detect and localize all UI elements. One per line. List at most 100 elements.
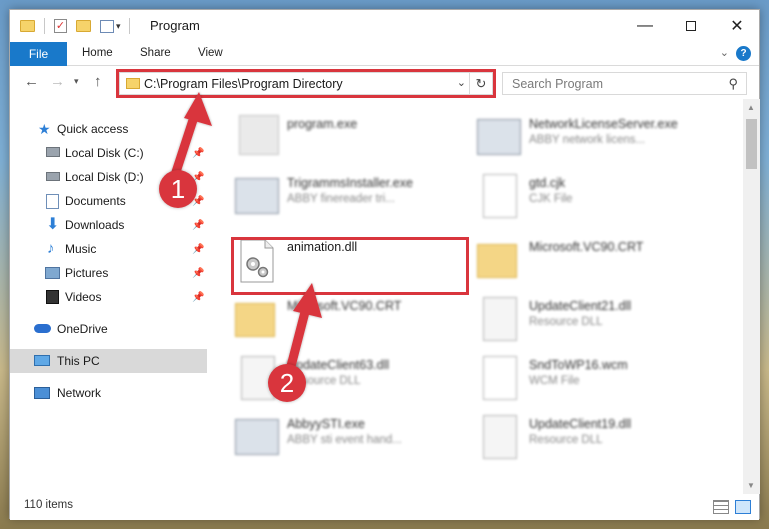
sidebar-item-label: Music — [65, 242, 97, 256]
new-folder-icon[interactable] — [76, 20, 91, 32]
list-item[interactable]: program.exe — [235, 113, 475, 169]
expand-ribbon-icon[interactable]: ⌄ — [720, 46, 729, 59]
pin-icon[interactable]: 📌 — [192, 244, 204, 255]
sidebar-item-pictures[interactable]: Pictures 📌 — [10, 261, 207, 285]
folder-icon — [235, 303, 275, 337]
scroll-up-icon[interactable]: ▲ — [747, 103, 755, 112]
file-name: NetworkLicenseServer.exe — [529, 117, 678, 131]
sidebar-item-onedrive[interactable]: OneDrive — [10, 317, 207, 341]
window-title: Program — [150, 18, 200, 33]
folder-icon — [477, 244, 517, 278]
list-item[interactable]: gtd.cjk CJK File — [477, 172, 717, 228]
help-icon[interactable]: ? — [736, 46, 751, 61]
folder-icon[interactable] — [20, 20, 35, 32]
sidebar-item-downloads[interactable]: ⬇ Downloads 📌 — [10, 213, 207, 237]
maximize-icon — [686, 21, 696, 31]
sidebar-item-network[interactable]: Network — [10, 381, 207, 405]
ribbon-tabs: File Home Share View ⌄ ? — [10, 42, 759, 66]
file-list: program.exe NetworkLicenseServer.exe ABB… — [207, 99, 743, 494]
tab-home[interactable]: Home — [82, 47, 113, 59]
monitor-icon — [34, 355, 50, 366]
file-type: ABBY sti event hand... — [287, 434, 402, 446]
pin-icon[interactable]: 📌 — [192, 268, 204, 279]
navigation-bar: ← → ▾ ↑ C:\Program Files\Program Directo… — [10, 67, 759, 99]
back-button[interactable]: ← — [24, 73, 39, 90]
file-type: ABBY network licens... — [529, 134, 646, 146]
vertical-scrollbar[interactable]: ▲ ▼ — [743, 99, 760, 494]
tab-view[interactable]: View — [198, 47, 223, 59]
details-view-icon[interactable] — [713, 500, 729, 514]
scrollbar-thumb[interactable] — [746, 119, 757, 169]
drive-icon — [46, 172, 60, 181]
forward-button[interactable]: → — [50, 73, 65, 90]
exe-window-icon — [477, 119, 521, 155]
list-item[interactable]: SndToWP16.wcm WCM File — [477, 354, 717, 410]
maximize-button[interactable] — [668, 10, 714, 42]
list-item[interactable]: Microsoft.VC90.CRT — [477, 236, 717, 292]
sidebar-item-this-pc[interactable]: This PC — [10, 349, 207, 373]
file-type: ABBY finereader tri... — [287, 193, 395, 205]
navigation-pane: ★ Quick access Local Disk (C:) 📌 Local D… — [10, 99, 207, 494]
list-item[interactable]: NetworkLicenseServer.exe ABBY network li… — [477, 113, 717, 169]
sidebar-item-label: Network — [57, 386, 102, 400]
file-name: TrigrammsInstaller.exe — [287, 176, 413, 190]
recent-locations-icon[interactable]: ▾ — [74, 76, 79, 87]
tab-file[interactable]: File — [10, 42, 67, 66]
scroll-down-icon[interactable]: ▼ — [747, 481, 755, 490]
step-badge-1: 1 — [159, 170, 197, 208]
list-item[interactable]: UpdateClient19.dll Resource DLL — [477, 413, 717, 469]
large-icons-view-icon[interactable] — [735, 500, 751, 514]
film-icon — [46, 290, 59, 304]
network-icon — [34, 387, 50, 399]
pin-icon[interactable]: 📌 — [192, 220, 204, 231]
search-icon[interactable]: ⚲ — [728, 76, 738, 92]
list-item[interactable]: AbbyySTI.exe ABBY sti event hand... — [235, 413, 475, 469]
search-box[interactable]: Search Program ⚲ — [502, 72, 747, 95]
dll-gear-icon — [483, 415, 517, 459]
file-name: UpdateClient63.dll — [287, 358, 390, 372]
sidebar-item-label: Pictures — [65, 266, 109, 280]
properties-check-icon[interactable]: ✓ — [54, 19, 67, 33]
exe-window-icon — [235, 419, 279, 455]
download-arrow-icon: ⬇ — [46, 216, 60, 233]
sidebar-item-videos[interactable]: Videos 📌 — [10, 285, 207, 309]
file-name: SndToWP16.wcm — [529, 358, 628, 372]
list-item[interactable]: Microsoft.VC90.CRT — [235, 295, 475, 351]
tab-share[interactable]: Share — [140, 47, 171, 59]
step-badge-2: 2 — [268, 364, 306, 402]
search-input[interactable]: Search Program — [512, 77, 603, 91]
file-name: Microsoft.VC90.CRT — [529, 240, 644, 254]
minimize-button[interactable]: — — [622, 10, 668, 42]
star-icon: ★ — [38, 121, 51, 137]
quick-access-toolbar: ✓ ▾ — [20, 18, 130, 34]
list-item[interactable]: UpdateClient21.dll Resource DLL — [477, 295, 717, 351]
file-highlight-box — [231, 237, 469, 295]
file-type: WCM File — [529, 375, 580, 387]
chevron-down-icon[interactable]: ▾ — [116, 21, 121, 32]
toolbar-separator — [44, 18, 45, 34]
sidebar-item-quick-access[interactable]: ★ Quick access — [10, 117, 207, 141]
file-name: AbbyySTI.exe — [287, 417, 365, 431]
sidebar-item-local-disk-c[interactable]: Local Disk (C:) 📌 — [10, 141, 207, 165]
toolbar-separator — [128, 18, 130, 34]
customize-icon[interactable] — [100, 19, 114, 33]
close-icon: ✕ — [730, 18, 744, 35]
pictures-icon — [45, 267, 60, 279]
explorer-window: ✓ ▾ Program — ✕ File Home Share View ⌄ ?… — [9, 9, 760, 520]
sidebar-item-label: Videos — [65, 290, 102, 304]
pin-icon[interactable]: 📌 — [192, 292, 204, 303]
sidebar-item-music[interactable]: ♪ Music 📌 — [10, 237, 207, 261]
file-name: Microsoft.VC90.CRT — [287, 299, 402, 313]
exe-icon — [239, 115, 279, 155]
pin-icon[interactable]: 📌 — [192, 148, 204, 159]
list-item[interactable]: TrigrammsInstaller.exe ABBY finereader t… — [235, 172, 475, 228]
sidebar-item-label: This PC — [57, 354, 100, 368]
address-highlight-box — [116, 69, 496, 98]
close-button[interactable]: ✕ — [714, 10, 760, 42]
file-name: UpdateClient19.dll — [529, 417, 632, 431]
drive-icon — [46, 147, 60, 157]
status-bar: 110 items — [10, 494, 759, 520]
file-name: gtd.cjk — [529, 176, 566, 190]
minimize-icon: — — [637, 17, 653, 34]
up-button[interactable]: ↑ — [94, 73, 102, 90]
